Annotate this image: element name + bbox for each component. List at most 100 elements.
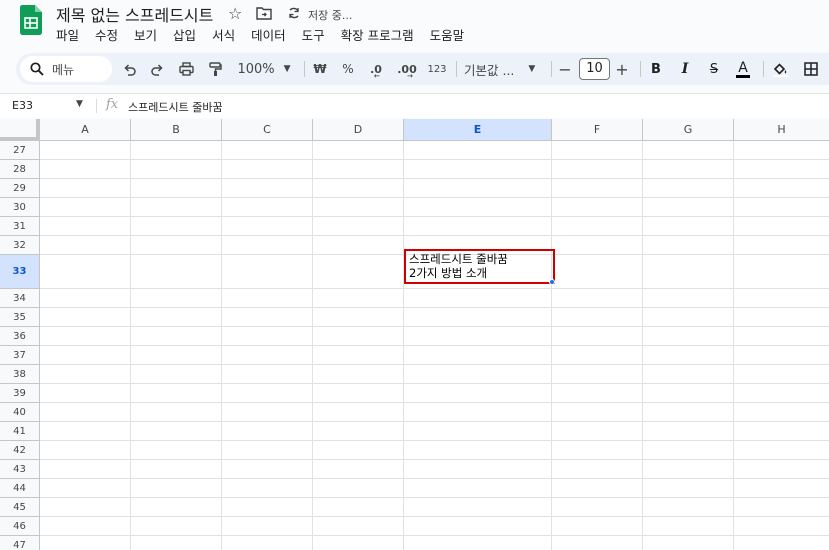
sync-icon (289, 7, 299, 19)
menu-search-button[interactable]: 메뉴 (20, 56, 112, 82)
row-header-46[interactable]: 46 (0, 517, 40, 536)
menu-view[interactable]: 보기 (134, 27, 157, 45)
column-header-g[interactable]: G (643, 119, 734, 141)
row-header-32[interactable]: 32 (0, 236, 40, 255)
menu-help[interactable]: 도움말 (430, 27, 465, 45)
column-header-b[interactable]: B (131, 119, 222, 141)
row-header-44[interactable]: 44 (0, 479, 40, 498)
row-header-27[interactable]: 27 (0, 141, 40, 160)
toolbar-divider (304, 61, 305, 77)
increase-font-size-button[interactable]: + (614, 53, 630, 85)
active-cell-e33[interactable]: 스프레드시트 줄바꿈 2가지 방법 소개 (404, 249, 555, 284)
cell-line-2: 2가지 방법 소개 (409, 266, 488, 280)
menu-bar: 파일 수정 보기 삽입 서식 데이터 도구 확장 프로그램 도움말 (56, 27, 480, 45)
row-header-43[interactable]: 43 (0, 460, 40, 479)
row-gridline (40, 383, 829, 384)
font-size-input[interactable]: 10 (579, 58, 610, 80)
redo-icon[interactable] (146, 53, 168, 85)
row-gridline (40, 197, 829, 198)
sheets-logo-icon[interactable] (20, 5, 42, 35)
row-gridline (40, 440, 829, 441)
zoom-select[interactable]: 100% ▼ (234, 53, 294, 85)
formula-bar: E33 ▼ fx 스프레드시트 줄바꿈 (0, 93, 829, 118)
column-header-c[interactable]: C (222, 119, 313, 141)
row-header-41[interactable]: 41 (0, 422, 40, 441)
row-gridline (40, 402, 829, 403)
toolbar-divider (456, 61, 457, 77)
text-color-button[interactable]: A (733, 53, 753, 85)
row-gridline (40, 159, 829, 160)
bold-button[interactable]: B (646, 53, 666, 85)
menu-format[interactable]: 서식 (212, 27, 235, 45)
row-header-33[interactable]: 33 (0, 255, 40, 289)
menu-file[interactable]: 파일 (56, 27, 79, 45)
row-header-45[interactable]: 45 (0, 498, 40, 517)
row-gridline (40, 288, 829, 289)
fill-handle[interactable] (549, 279, 555, 285)
row-header-29[interactable]: 29 (0, 179, 40, 198)
column-header-a[interactable]: A (40, 119, 131, 141)
name-box[interactable]: E33 (12, 99, 33, 112)
decrease-font-size-button[interactable]: − (557, 53, 573, 85)
menu-extensions[interactable]: 확장 프로그램 (341, 27, 414, 45)
row-header-47[interactable]: 47 (0, 536, 40, 550)
cell-content: 스프레드시트 줄바꿈 2가지 방법 소개 (409, 252, 508, 280)
row-header-42[interactable]: 42 (0, 441, 40, 460)
italic-button[interactable]: I (675, 53, 695, 85)
column-header-e[interactable]: E (404, 119, 552, 141)
row-gridline (40, 535, 829, 536)
row-header-35[interactable]: 35 (0, 308, 40, 327)
zoom-value: 100% (237, 61, 275, 77)
row-gridline (40, 421, 829, 422)
row-header-30[interactable]: 30 (0, 198, 40, 217)
increase-decimal-button[interactable]: .00 → (394, 53, 420, 85)
font-family-select[interactable]: 기본값 ... ▼ (464, 53, 542, 85)
menu-edit[interactable]: 수정 (95, 27, 118, 45)
decrease-decimal-button[interactable]: .0 ← (365, 53, 387, 85)
strikethrough-button[interactable]: S (704, 53, 724, 85)
menu-data[interactable]: 데이터 (251, 27, 286, 45)
number-format-button[interactable]: 123 (425, 53, 449, 85)
save-status: 저장 중... (308, 9, 353, 22)
toolbar: 메뉴 100% ▼ ₩ % .0 ← .00 → 123 기본값 ... ▼ −… (16, 53, 829, 85)
row-header-37[interactable]: 37 (0, 346, 40, 365)
row-header-38[interactable]: 38 (0, 365, 40, 384)
row-gridline (40, 364, 829, 365)
paint-format-icon[interactable] (203, 53, 227, 85)
row-gridline (40, 326, 829, 327)
chevron-down-icon: ▼ (283, 64, 291, 74)
currency-format-button[interactable]: ₩ (310, 53, 330, 85)
fill-color-icon[interactable] (769, 53, 791, 85)
row-gridline (40, 307, 829, 308)
font-family-value: 기본값 ... (464, 62, 515, 78)
toolbar-divider (551, 61, 552, 77)
select-all-corner[interactable] (0, 119, 40, 141)
move-folder-icon[interactable] (256, 6, 272, 20)
formula-input[interactable]: 스프레드시트 줄바꿈 (128, 99, 223, 115)
borders-icon[interactable] (800, 53, 822, 85)
row-gridline (40, 345, 829, 346)
spreadsheet-grid[interactable]: ABCDEFGH 27 28 29 30 31 32 33 34 35 36 37 38 39 40 41 4… (0, 119, 829, 550)
row-header-28[interactable]: 28 (0, 160, 40, 179)
row-header-34[interactable]: 34 (0, 289, 40, 308)
title-bar: 제목 없는 스프레드시트 ☆ 저장 중... 파일 수정 보기 삽입 서식 데이… (0, 0, 829, 50)
undo-icon[interactable] (118, 53, 140, 85)
column-header-f[interactable]: F (552, 119, 643, 141)
column-header-h[interactable]: H (734, 119, 829, 141)
formula-divider (96, 99, 97, 113)
row-header-39[interactable]: 39 (0, 384, 40, 403)
percent-format-button[interactable]: % (338, 53, 358, 85)
row-header-40[interactable]: 40 (0, 403, 40, 422)
star-icon[interactable]: ☆ (228, 4, 242, 23)
print-icon[interactable] (174, 53, 198, 85)
row-header-36[interactable]: 36 (0, 327, 40, 346)
row-header-31[interactable]: 31 (0, 217, 40, 236)
menu-search-label: 메뉴 (52, 62, 75, 77)
menu-insert[interactable]: 삽입 (173, 27, 196, 45)
menu-tools[interactable]: 도구 (302, 27, 325, 45)
row-gridline (40, 235, 829, 236)
column-header-d[interactable]: D (313, 119, 404, 141)
row-gridline (40, 497, 829, 498)
document-title[interactable]: 제목 없는 스프레드시트 (56, 2, 213, 26)
chevron-down-icon[interactable]: ▼ (76, 99, 83, 109)
